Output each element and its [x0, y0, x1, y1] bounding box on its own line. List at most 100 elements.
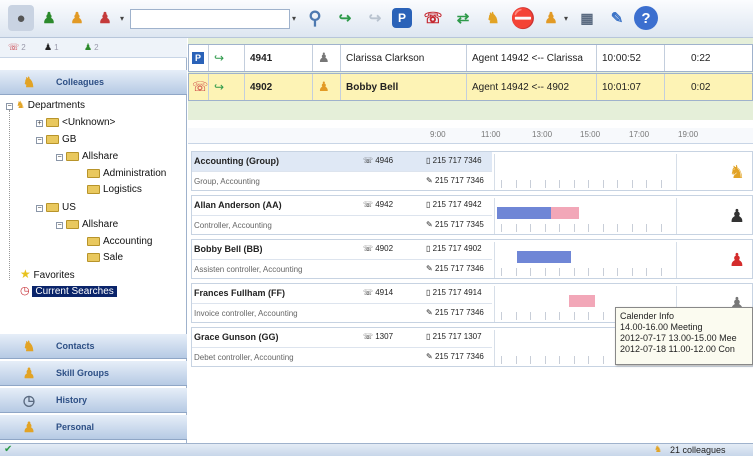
desk-phone[interactable]: ✎ 215 717 7346	[426, 352, 484, 361]
desk-phone[interactable]: ✎ 215 717 7345	[426, 220, 484, 229]
extension[interactable]: ☏ 4902	[363, 244, 393, 253]
transfer-icon[interactable]: ↪	[332, 5, 358, 31]
tree-label: Departments	[27, 100, 85, 111]
agent-dropdown-icon[interactable]: ▾	[564, 14, 568, 23]
tree-collapse-toggle[interactable]: −	[36, 137, 43, 144]
status-counter-row: ☏ 2 ♟ 1 ♟ 2	[0, 38, 187, 58]
agent-menu-icon[interactable]: ♟	[538, 5, 564, 31]
tree-label: Logistics	[103, 184, 142, 195]
status-bar: ✔ ♞ 21 colleagues	[0, 443, 753, 456]
calendar-schedule[interactable]	[494, 154, 672, 190]
tree-collapse-toggle[interactable]: −	[36, 205, 43, 212]
status-dropdown-icon[interactable]: ▾	[120, 14, 124, 23]
busy-bar[interactable]	[517, 251, 571, 263]
calendar-schedule[interactable]	[494, 198, 672, 234]
grid-view-icon[interactable]: ▦	[574, 5, 600, 31]
extension-number: 4902	[375, 244, 394, 253]
tree-item-us-allshare[interactable]: Allshare	[66, 218, 118, 232]
nav-label: Skill Groups	[56, 368, 110, 378]
contact-name: Frances Fullham (FF)	[194, 288, 286, 298]
extension[interactable]: ☏ 1307	[363, 332, 393, 341]
tree-label: Allshare	[82, 219, 119, 230]
call-duration: 0:22	[691, 52, 711, 64]
colleagues-section-header[interactable]: ♞ Colleagues	[0, 70, 187, 95]
schedule-gridline	[573, 224, 575, 232]
tree-item-us[interactable]: US	[46, 201, 76, 215]
schedule-gridline	[544, 312, 546, 320]
tree-item-current-searches[interactable]: ◷ Current Searches	[20, 284, 117, 298]
hangup-icon[interactable]: ☏	[420, 5, 446, 31]
nav-contacts[interactable]: ♞ Contacts	[0, 334, 187, 359]
schedule-gridline	[573, 356, 575, 364]
call-row[interactable]: P ↪ 4941 ♟ Clarissa Clarkson Agent 14942…	[188, 44, 753, 72]
transfer-icon[interactable]: ↪	[209, 74, 245, 100]
desk-phone[interactable]: ✎ 215 717 7346	[426, 264, 484, 273]
do-not-disturb-icon[interactable]: ⛔	[510, 5, 536, 31]
colleagues-group-icon[interactable]: ♞	[480, 5, 506, 31]
phone-number: 215 717 4914	[432, 288, 482, 297]
schedule-gridline	[588, 356, 589, 364]
extension[interactable]: ☏ 4914	[363, 288, 393, 297]
schedule-gridline	[602, 356, 604, 364]
phone-number: 215 717 7346	[434, 264, 484, 273]
tree-item-departments[interactable]: ♞ Departments	[16, 99, 85, 113]
search-input[interactable]	[130, 9, 290, 29]
nav-skill-groups[interactable]: ♟ Skill Groups	[0, 361, 187, 386]
status-count: 2	[94, 43, 99, 52]
tree-item-sale[interactable]: Sale	[87, 251, 123, 265]
agent-orange-icon[interactable]: ♟	[64, 5, 90, 31]
call-row-ringing[interactable]: ☏ ↪ 4902 ♟ Bobby Bell Agent 14942 <-- 49…	[188, 73, 753, 101]
desk-phone[interactable]: ✎ 215 717 7346	[426, 176, 484, 185]
transfer-disabled-icon[interactable]: ↪	[362, 5, 388, 31]
contact-role: Controller, Accounting	[194, 221, 272, 230]
park-icon[interactable]: P	[189, 45, 209, 71]
phone-number: 215 717 7346	[432, 156, 482, 165]
conference-icon[interactable]: ⇄	[450, 5, 476, 31]
help-icon[interactable]: ?	[634, 6, 658, 30]
mobile-phone[interactable]: ▯ 215 717 1307	[426, 332, 482, 341]
tree-item-gb[interactable]: GB	[46, 133, 76, 147]
tooltip-line: 2012-07-17 13.00-15.00 Mee	[620, 333, 737, 343]
contact-card[interactable]: Allan Anderson (AA) Controller, Accounti…	[191, 195, 753, 235]
desk-phone[interactable]: ✎ 215 717 7346	[426, 308, 484, 317]
mobile-phone[interactable]: ▯ 215 717 4914	[426, 288, 482, 297]
tree-expand-toggle[interactable]: +	[36, 120, 43, 127]
tree-item-unknown[interactable]: <Unknown>	[46, 116, 115, 130]
extension[interactable]: ☏ 4946	[363, 156, 393, 165]
nav-history[interactable]: ◷ History	[0, 388, 187, 413]
tree-item-administration[interactable]: Administration	[87, 167, 166, 181]
agent-red-icon[interactable]: ♟	[92, 5, 118, 31]
schedule-gridline	[631, 224, 633, 232]
extension[interactable]: ☏ 4942	[363, 200, 393, 209]
status-available-icon[interactable]: ●	[8, 5, 34, 31]
contact-card[interactable]: Accounting (Group) Group, Accounting ☏ 4…	[191, 151, 753, 191]
notes-icon[interactable]: ✎	[604, 5, 630, 31]
transfer-icon[interactable]: ↪	[209, 45, 245, 71]
tree-collapse-toggle[interactable]: −	[56, 154, 63, 161]
tree-item-accounting[interactable]: Accounting	[87, 235, 152, 249]
contact-card[interactable]: Bobby Bell (BB) Assisten controller, Acc…	[191, 239, 753, 279]
tree-label: Allshare	[82, 151, 119, 162]
meeting-bar[interactable]	[551, 207, 579, 219]
tree-collapse-toggle[interactable]: −	[56, 222, 63, 229]
search-icon[interactable]: ⚲	[302, 5, 328, 31]
agent-green-icon[interactable]: ♟	[36, 5, 62, 31]
mobile-phone[interactable]: ▯ 215 717 7346	[426, 156, 482, 165]
tree-item-logistics[interactable]: Logistics	[87, 183, 142, 197]
busy-bar[interactable]	[497, 207, 551, 219]
tree-item-favorites[interactable]: ★ Favorites	[20, 267, 75, 281]
phone-number: 215 717 7346	[434, 308, 484, 317]
timeline-tick: 13:00	[532, 130, 553, 139]
mobile-phone[interactable]: ▯ 215 717 4902	[426, 244, 482, 253]
tree-collapse-toggle[interactable]: −	[6, 103, 13, 110]
mobile-phone[interactable]: ▯ 215 717 4942	[426, 200, 482, 209]
calendar-schedule[interactable]	[494, 242, 672, 278]
tree-item-gb-allshare[interactable]: Allshare	[66, 150, 118, 164]
phone-ringing-icon[interactable]: ☏	[189, 74, 209, 100]
timeline-tick: 19:00	[678, 130, 699, 139]
schedule-gridline	[515, 180, 517, 188]
nav-personal[interactable]: ♟ Personal	[0, 415, 187, 440]
search-dropdown-icon[interactable]: ▾	[292, 14, 296, 23]
park-icon[interactable]: P	[392, 8, 412, 28]
meeting-bar[interactable]	[569, 295, 595, 307]
